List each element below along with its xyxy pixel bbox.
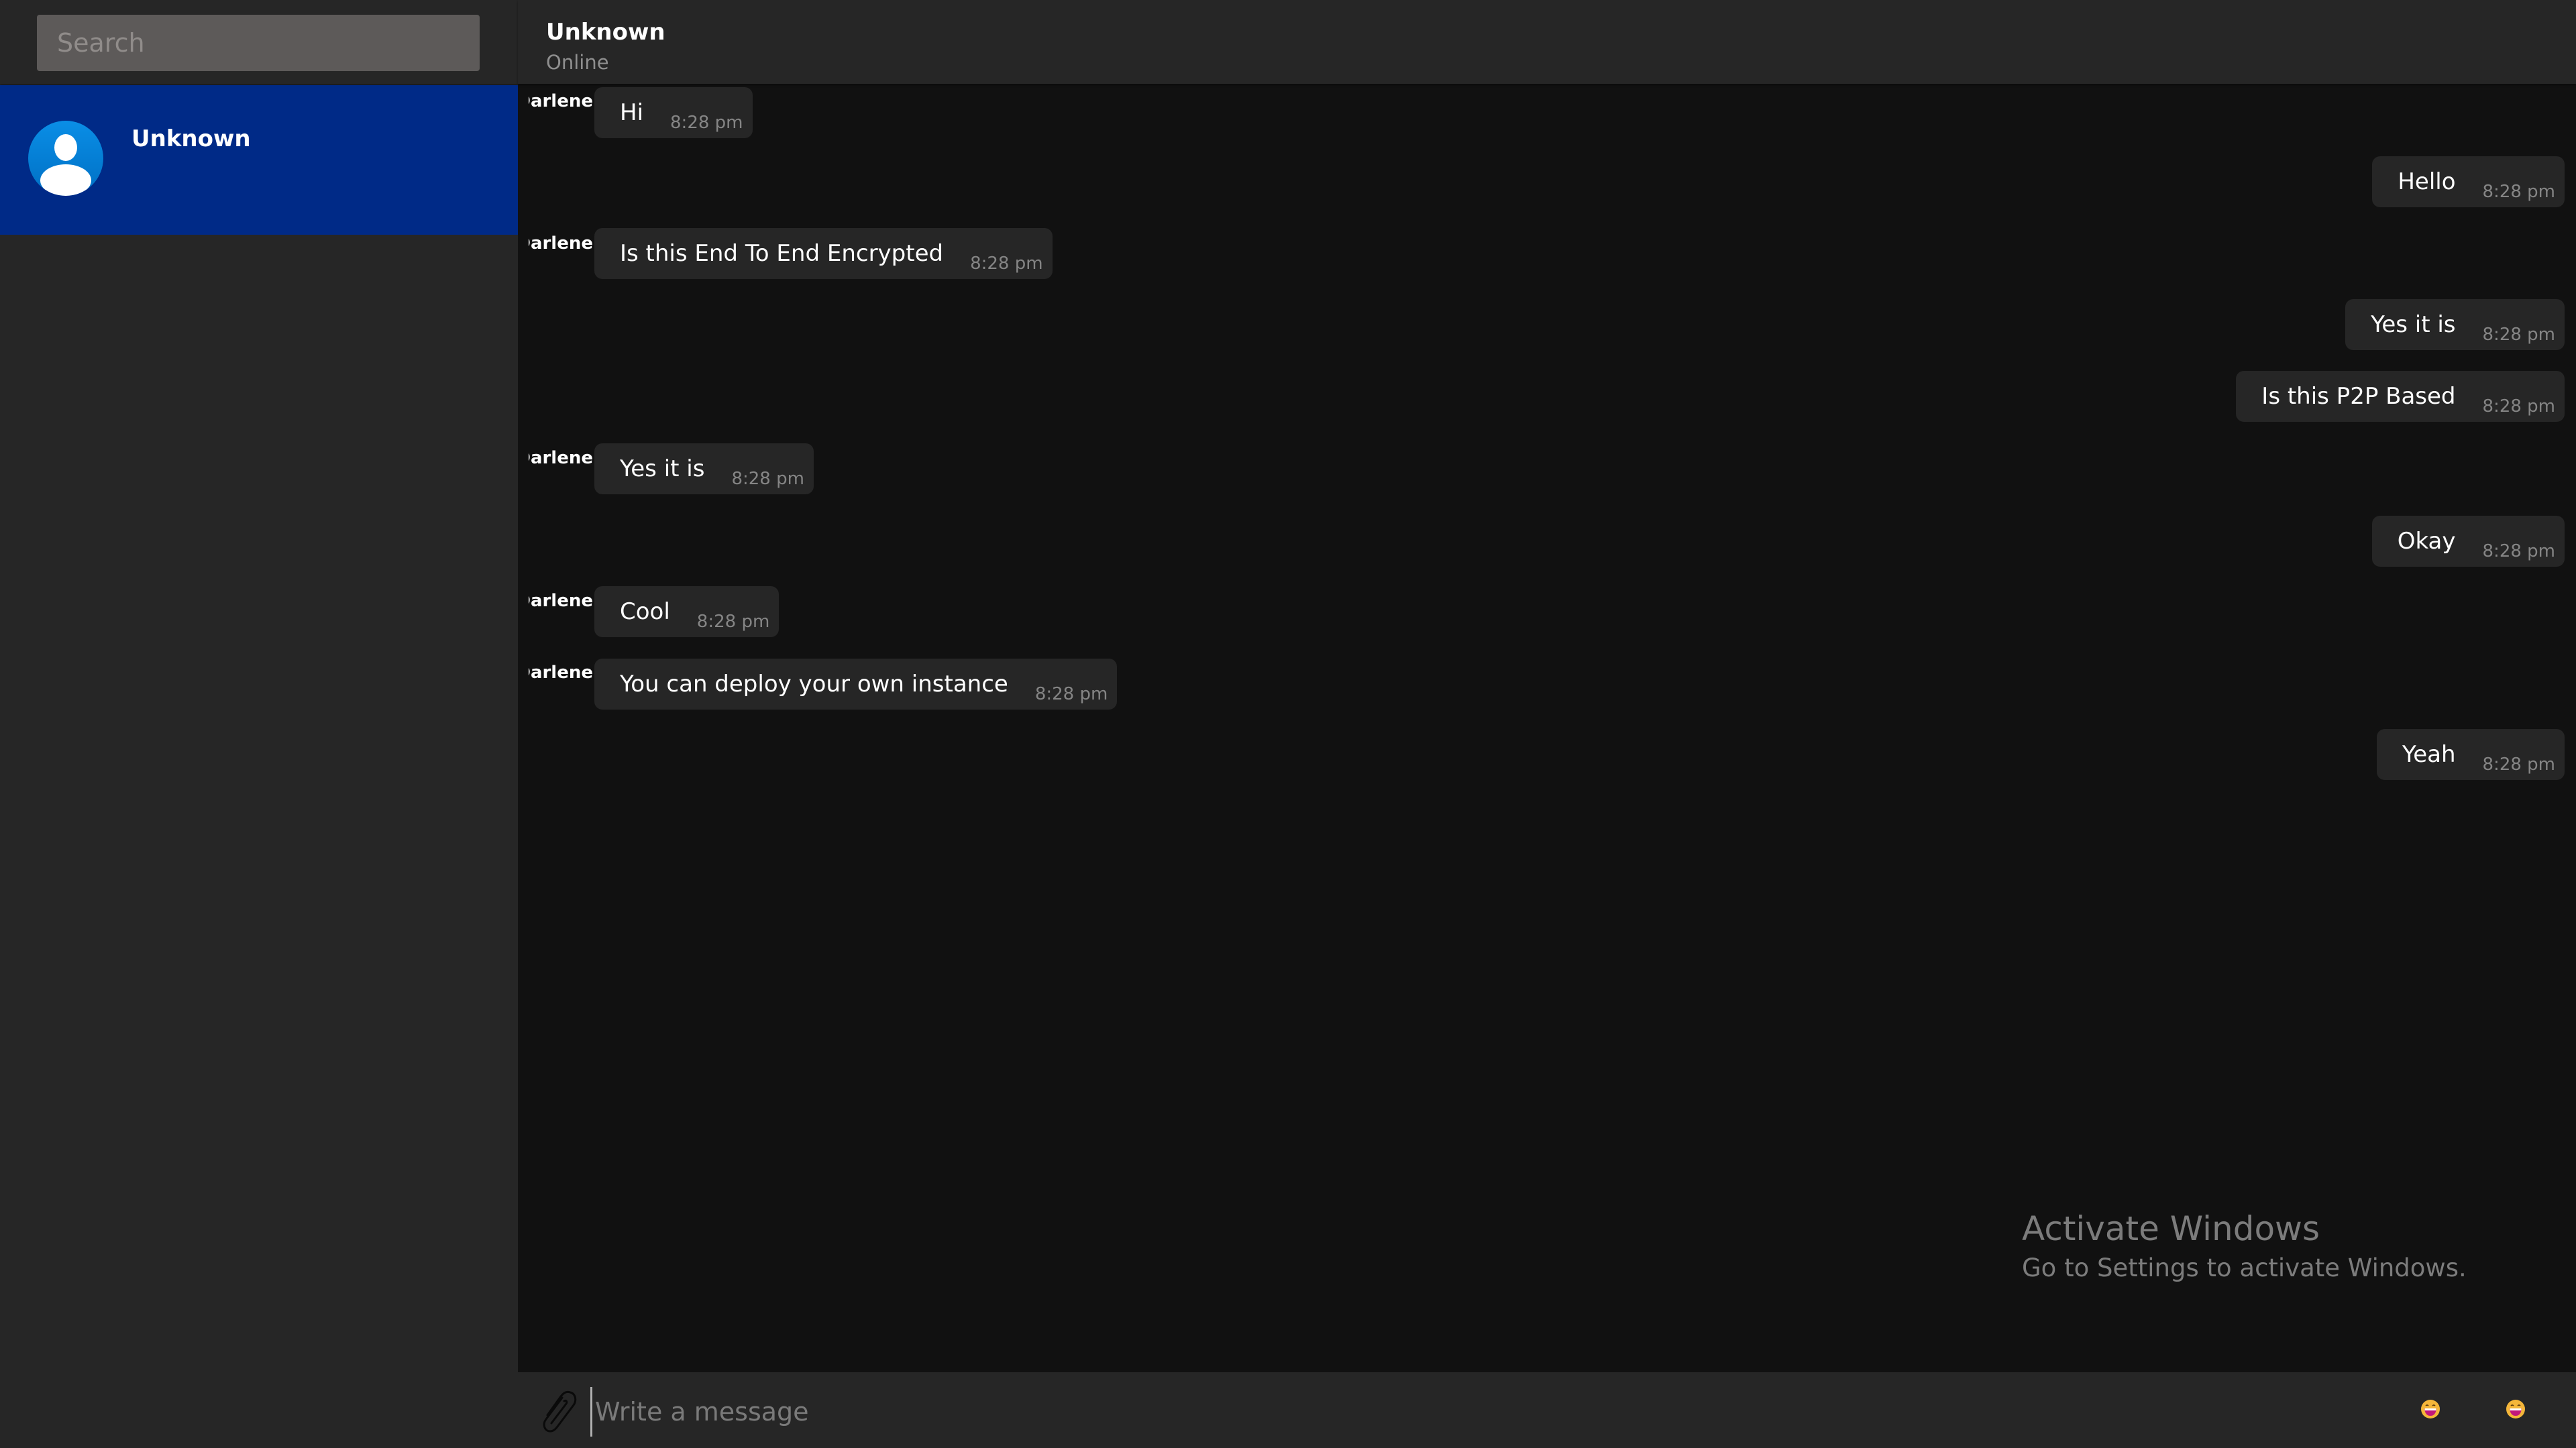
message-time: 8:28 pm bbox=[2482, 325, 2555, 345]
message-time: 8:28 pm bbox=[2482, 182, 2555, 202]
message-bubble: Yes it is 8:28 pm bbox=[2345, 299, 2565, 350]
message-list: Darlene Hi 8:28 pm Hello 8:28 pm Darlene… bbox=[518, 84, 2576, 1372]
message-text: Is this P2P Based bbox=[2261, 383, 2456, 410]
contact-name: Unknown bbox=[131, 125, 251, 152]
message-bubble: Hello 8:28 pm bbox=[2372, 156, 2565, 207]
message-sender: Darlene bbox=[529, 591, 593, 611]
message-time: 8:28 pm bbox=[2482, 396, 2555, 416]
message-bubble: Cool 8:28 pm bbox=[594, 586, 780, 637]
chat-title: Unknown bbox=[546, 19, 665, 46]
message-bubble: Yes it is 8:28 pm bbox=[594, 443, 814, 494]
watermark-subtitle: Go to Settings to activate Windows. bbox=[2022, 1254, 2467, 1282]
message-text: Hi bbox=[620, 99, 644, 126]
laughing-emoji-icon[interactable] bbox=[2506, 1399, 2526, 1419]
message-time: 8:28 pm bbox=[2482, 755, 2555, 775]
message-time: 8:28 pm bbox=[1034, 684, 1108, 704]
sidebar: Unknown bbox=[0, 0, 518, 1448]
laughing-emoji-icon[interactable] bbox=[2420, 1399, 2440, 1419]
message-sender: Darlene bbox=[529, 448, 593, 468]
message-time: 8:28 pm bbox=[970, 254, 1043, 274]
message-text: Yes it is bbox=[2371, 311, 2456, 338]
message-bubble: Okay 8:28 pm bbox=[2371, 516, 2565, 567]
message-time: 8:28 pm bbox=[670, 113, 743, 133]
message-text: You can deploy your own instance bbox=[620, 671, 1008, 698]
message-text: Hello bbox=[2398, 168, 2456, 195]
message-time: 8:28 pm bbox=[731, 469, 804, 489]
message-text: Yeah bbox=[2402, 741, 2456, 768]
message-bubble: Yeah 8:28 pm bbox=[2376, 729, 2565, 780]
message-text: Yes it is bbox=[620, 455, 705, 482]
message-bubble: Hi 8:28 pm bbox=[594, 87, 753, 138]
message-sender: Darlene bbox=[529, 233, 593, 254]
message-input[interactable] bbox=[590, 1387, 2408, 1437]
search-bar bbox=[0, 0, 518, 84]
message-time: 8:28 pm bbox=[2482, 541, 2555, 561]
message-sender: Darlene bbox=[529, 91, 593, 111]
contact-list-item[interactable]: Unknown bbox=[0, 85, 518, 235]
message-bubble: Is this End To End Encrypted 8:28 pm bbox=[594, 228, 1053, 279]
search-input[interactable] bbox=[37, 15, 480, 71]
message-time: 8:28 pm bbox=[696, 612, 770, 632]
chat-header: Unknown Online bbox=[518, 0, 2576, 84]
message-bubble: Is this P2P Based 8:28 pm bbox=[2236, 371, 2565, 422]
paperclip-icon[interactable] bbox=[535, 1387, 582, 1435]
user-avatar-icon bbox=[28, 121, 103, 196]
message-composer bbox=[518, 1372, 2576, 1448]
activate-windows-watermark: Activate Windows Go to Settings to activ… bbox=[2022, 1209, 2467, 1282]
chat-status: Online bbox=[546, 51, 609, 74]
message-text: Okay bbox=[2397, 528, 2456, 555]
message-bubble: You can deploy your own instance 8:28 pm bbox=[594, 659, 1118, 710]
watermark-title: Activate Windows bbox=[2022, 1209, 2320, 1248]
message-sender: Darlene bbox=[529, 663, 593, 683]
message-text: Cool bbox=[620, 598, 670, 625]
message-text: Is this End To End Encrypted bbox=[620, 240, 944, 267]
